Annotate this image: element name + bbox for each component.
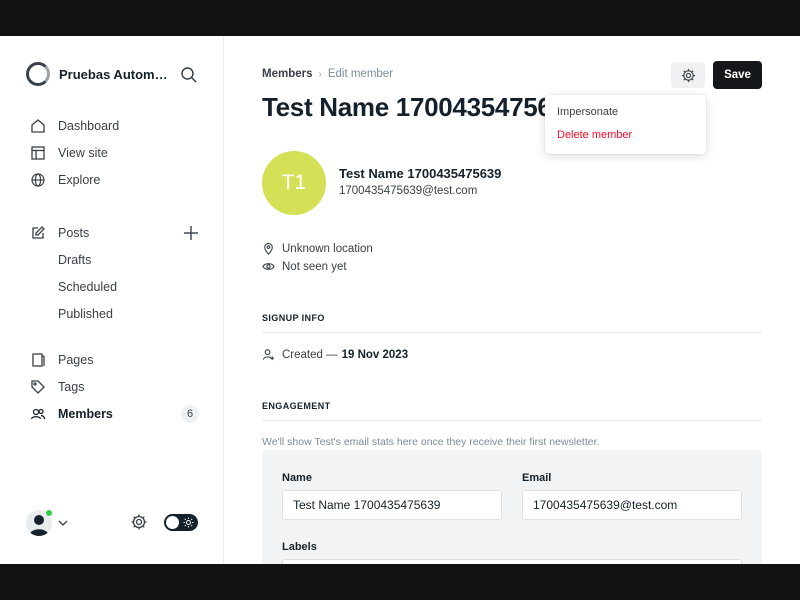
member-form-panel: Name Test Name 1700435475639 Email 17004…	[262, 450, 762, 564]
sidebar-item-label: Members	[58, 407, 113, 421]
main-content: Members › Edit member Test Name 17004354…	[224, 36, 800, 564]
letterbox-top	[0, 0, 800, 36]
online-status-dot	[45, 509, 53, 517]
brand[interactable]: Pruebas Automa...	[26, 62, 171, 86]
members-icon	[30, 408, 46, 420]
breadcrumb-current: Edit member	[327, 68, 394, 80]
last-seen-text: Not seen yet	[282, 260, 347, 273]
edit-icon	[32, 226, 45, 239]
member-actions-dropdown: Impersonate Delete member	[545, 95, 706, 154]
site-logo-icon	[26, 62, 50, 86]
sidebar-item-scheduled[interactable]: Scheduled	[58, 280, 117, 294]
page-title: Test Name 1700435475639	[262, 92, 580, 122]
member-email: 1700435475639@test.com	[339, 185, 478, 197]
breadcrumb-members-link[interactable]: Members	[262, 68, 313, 80]
member-name: Test Name 1700435475639	[339, 166, 502, 181]
chevron-down-icon[interactable]	[58, 518, 68, 528]
dark-mode-toggle[interactable]	[164, 514, 198, 531]
breadcrumb: Members › Edit member	[262, 68, 393, 80]
sidebar-item-view-site[interactable]: View site	[30, 145, 108, 161]
engagement-note: We'll show Test's email stats here once …	[262, 436, 600, 448]
member-location: Unknown location	[262, 242, 373, 255]
breadcrumb-chevron-icon: ›	[318, 68, 322, 80]
created-prefix: Created —	[282, 348, 338, 361]
created-date: 19 Nov 2023	[341, 348, 409, 361]
sidebar: Pruebas Automa... Dashboard View site Ex…	[0, 36, 224, 564]
sidebar-item-tags[interactable]: Tags	[30, 379, 84, 395]
eye-icon	[262, 263, 275, 270]
engagement-heading: ENGAGEMENT	[262, 401, 331, 411]
email-field-label: Email	[522, 472, 552, 484]
sidebar-item-pages[interactable]: Pages	[30, 352, 93, 368]
tag-icon	[31, 380, 45, 394]
created-info: Created — 19 Nov 2023	[262, 348, 408, 361]
sun-icon	[183, 517, 194, 528]
sidebar-item-label: View site	[58, 146, 108, 160]
name-field-label: Name	[282, 472, 312, 484]
divider	[262, 420, 762, 421]
member-avatar: T1	[262, 151, 326, 215]
sidebar-item-published[interactable]: Published	[58, 307, 113, 321]
sidebar-item-label: Dashboard	[58, 119, 120, 133]
location-pin-icon	[264, 242, 273, 255]
gear-icon	[681, 68, 695, 82]
add-post-icon[interactable]	[184, 226, 198, 240]
sidebar-item-label: Posts	[58, 226, 90, 240]
sidebar-item-label: Tags	[58, 380, 85, 394]
layout-icon	[31, 146, 45, 160]
divider	[262, 332, 762, 333]
save-button[interactable]: Save	[713, 61, 762, 89]
sidebar-item-members[interactable]: Members	[30, 406, 113, 422]
sidebar-item-label: Pages	[58, 353, 94, 367]
pages-icon	[32, 353, 45, 367]
globe-icon	[31, 173, 45, 187]
site-name: Pruebas Automa...	[59, 66, 171, 82]
labels-field-label: Labels	[282, 541, 317, 553]
member-actions-button[interactable]	[671, 62, 705, 88]
search-icon[interactable]	[180, 66, 198, 84]
letterbox-bottom	[0, 564, 800, 600]
sidebar-item-posts[interactable]: Posts	[30, 225, 89, 241]
sidebar-item-drafts[interactable]: Drafts	[58, 253, 91, 267]
user-add-icon	[262, 349, 275, 361]
location-text: Unknown location	[282, 242, 373, 255]
members-count-badge: 6	[181, 405, 199, 423]
delete-member-menu-item[interactable]: Delete member	[557, 129, 632, 141]
name-field[interactable]: Test Name 1700435475639	[282, 490, 502, 520]
sidebar-item-label: Explore	[58, 173, 101, 187]
app-window: Pruebas Automa... Dashboard View site Ex…	[0, 36, 800, 564]
home-icon	[31, 119, 45, 133]
sidebar-item-dashboard[interactable]: Dashboard	[30, 118, 119, 134]
member-last-seen: Not seen yet	[262, 260, 347, 273]
toggle-knob	[166, 516, 179, 529]
sidebar-item-explore[interactable]: Explore	[30, 172, 100, 188]
signup-info-heading: SIGNUP INFO	[262, 313, 325, 323]
settings-gear-icon[interactable]	[130, 513, 148, 531]
impersonate-menu-item[interactable]: Impersonate	[557, 106, 618, 118]
email-field[interactable]: 1700435475639@test.com	[522, 490, 742, 520]
